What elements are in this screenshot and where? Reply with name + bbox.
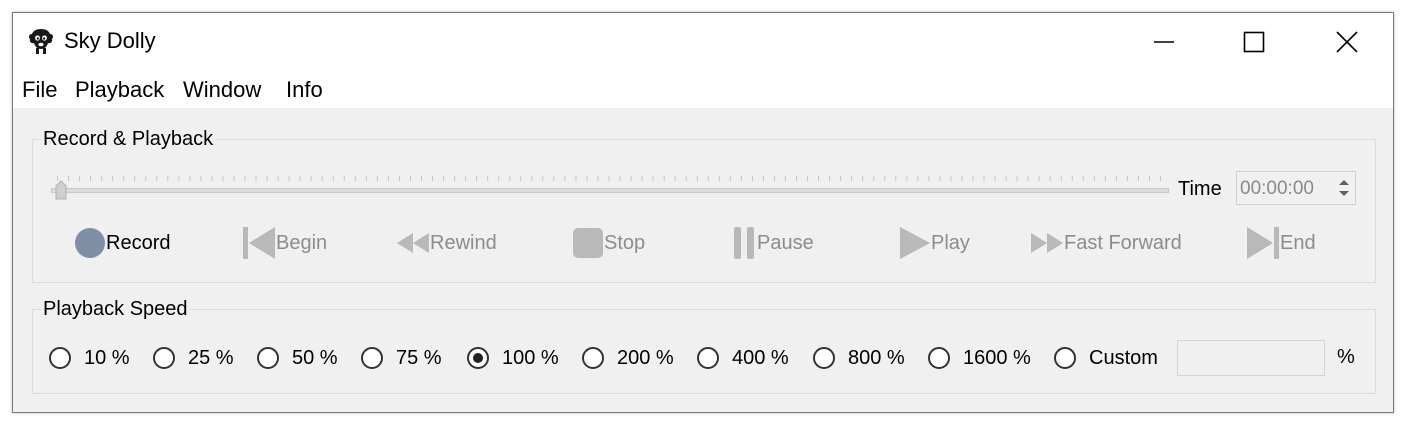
radio-circle[interactable] (361, 347, 383, 369)
record-playback-title: Record & Playback (41, 128, 216, 151)
custom-speed-input[interactable] (1177, 340, 1325, 376)
speed-label: 200 % (617, 346, 674, 369)
fast-forward-icon (1031, 233, 1063, 253)
time-label: Time (1178, 178, 1222, 200)
play-label: Play (931, 231, 970, 254)
speed-radio-custom[interactable]: Custom (1054, 343, 1158, 373)
play-button[interactable]: Play (899, 223, 970, 263)
speed-radio-25[interactable]: 25 % (153, 343, 234, 373)
maximize-icon (1243, 31, 1265, 53)
stop-button[interactable]: Stop (572, 223, 645, 263)
speed-label: 50 % (292, 346, 338, 369)
radio-circle[interactable] (582, 347, 604, 369)
position-slider-track[interactable] (51, 188, 1169, 193)
menu-window[interactable]: Window (183, 77, 261, 103)
playback-speed-title: Playback Speed (41, 298, 190, 321)
percent-unit-label: % (1337, 346, 1355, 368)
rewind-button[interactable]: Rewind (396, 223, 497, 263)
minimize-button[interactable] (1118, 13, 1210, 71)
speed-radio-10[interactable]: 10 % (49, 343, 130, 373)
close-icon (1336, 31, 1358, 53)
close-button[interactable] (1301, 13, 1393, 71)
speed-label: 10 % (84, 346, 130, 369)
menu-file[interactable]: File (22, 77, 57, 103)
record-button[interactable]: Record (74, 223, 170, 263)
stop-label: Stop (604, 231, 646, 254)
end-label: End (1280, 231, 1316, 254)
speed-label: 100 % (502, 346, 559, 369)
position-slider-ticks (57, 176, 1161, 181)
radio-circle[interactable] (813, 347, 835, 369)
speed-radio-50[interactable]: 50 % (257, 343, 338, 373)
time-spinbox[interactable]: 00:00:00 (1236, 171, 1356, 205)
pause-button[interactable]: Pause (733, 223, 814, 263)
menu-info[interactable]: Info (286, 77, 323, 103)
window-title: Sky Dolly (64, 28, 156, 53)
speed-label: 400 % (732, 346, 789, 369)
begin-label: Begin (276, 231, 328, 254)
speed-radio-75[interactable]: 75 % (361, 343, 442, 373)
speed-radio-1600[interactable]: 1600 % (928, 343, 1031, 373)
menu-playback[interactable]: Playback (75, 77, 164, 103)
radio-circle[interactable] (467, 347, 489, 369)
rewind-label: Rewind (430, 231, 497, 254)
sheep-logo-icon (28, 29, 54, 54)
time-value: 00:00:00 (1240, 178, 1314, 199)
speed-label: 75 % (396, 346, 442, 369)
end-button[interactable]: End (1246, 223, 1316, 263)
speed-radio-200[interactable]: 200 % (582, 343, 674, 373)
speed-radio-800[interactable]: 800 % (813, 343, 905, 373)
record-icon (75, 228, 105, 258)
menu-bar: File Playback Window Info (13, 71, 1393, 108)
fast-forward-button[interactable]: Fast Forward (1030, 223, 1182, 263)
minimize-icon (1154, 41, 1174, 43)
fast-forward-label: Fast Forward (1064, 231, 1182, 254)
title-bar[interactable]: Sky Dolly (13, 13, 1393, 71)
position-slider-handle[interactable] (55, 180, 67, 200)
radio-circle[interactable] (697, 347, 719, 369)
speed-radio-400[interactable]: 400 % (697, 343, 789, 373)
skip-to-start-icon (243, 227, 275, 259)
radio-circle[interactable] (928, 347, 950, 369)
speed-radio-100[interactable]: 100 % (467, 343, 559, 373)
stop-icon (573, 228, 603, 258)
maximize-button[interactable] (1208, 13, 1300, 71)
radio-circle[interactable] (257, 347, 279, 369)
spin-arrows-icon[interactable] (1333, 172, 1355, 204)
pause-label: Pause (757, 231, 814, 254)
begin-button[interactable]: Begin (242, 223, 327, 263)
skip-to-end-icon (1247, 227, 1279, 259)
radio-circle[interactable] (153, 347, 175, 369)
speed-label: 1600 % (963, 346, 1031, 369)
pause-icon (734, 227, 754, 259)
rewind-icon (397, 233, 429, 253)
radio-circle[interactable] (49, 347, 71, 369)
record-label: Record (106, 231, 171, 254)
app-window: Sky Dolly File Playback Window Info Reco… (12, 12, 1394, 413)
radio-circle[interactable] (1054, 347, 1076, 369)
speed-label: 25 % (188, 346, 234, 369)
speed-label: Custom (1089, 346, 1158, 369)
play-icon (900, 227, 930, 259)
speed-label: 800 % (848, 346, 905, 369)
